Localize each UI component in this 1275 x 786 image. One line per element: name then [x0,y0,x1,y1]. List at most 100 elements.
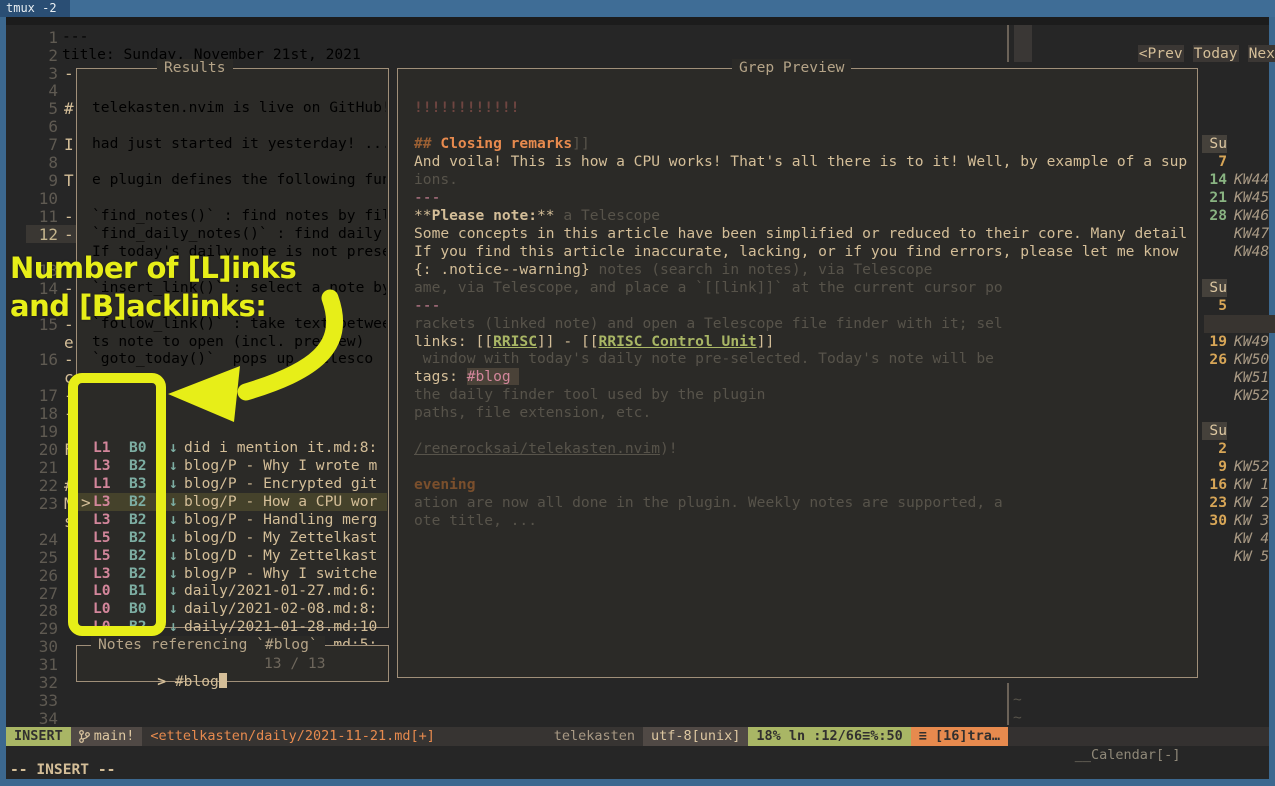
gutter-line-number: 30 [39,637,58,656]
preview-line: the daily finder tool used by the plugin [414,386,765,404]
preview-line: ions. [414,171,458,189]
down-arrow-icon: ↓ [169,457,178,475]
text-segment: ]] [572,135,590,152]
text-segment: --- [414,189,440,206]
down-arrow-icon: ↓ [169,511,178,529]
text-segment: !!!!!!!!!!!! [414,99,519,116]
buffer-dim-line: had just started it yesterday! ... [92,135,386,153]
preview-line: !!!!!!!!!!!! [414,99,519,117]
text-segment: #blog [467,368,520,385]
calendar-sunday-date[interactable]: 30 [1202,512,1227,530]
calendar-fold-column [1014,25,1032,62]
text-segment: ote title, ... [414,512,537,529]
result-text: did i mention it.md:8: [184,439,385,457]
preview-line: ame, via Telescope, and place a `[[link]… [414,279,1003,297]
result-text: daily/2021-01-27.md:6: [184,582,385,600]
preview-line: --- [414,297,440,315]
down-arrow-icon: ↓ [169,618,178,636]
text-segment: RRISC Control Unit [599,333,757,350]
text-segment: ions. [414,171,458,188]
prompt-title: Notes referencing `#blog` [91,636,325,654]
branch-name: main! [94,727,135,746]
result-text: daily/2021-01-28.md:10 [184,618,385,636]
buffer-dim-line: e plugin defines the following fun [92,171,386,189]
tmux-tab-label: tmux -2 [6,1,57,16]
result-text: blog/P - How a CPU wor [184,493,385,511]
terminal-top-shade [6,17,1269,25]
preview-line: ation are now all done in the plugin. We… [414,494,1003,512]
result-text: blog/P - Encrypted git [184,475,385,493]
gutter-row: 33 [26,691,82,709]
gutter-line-number: 32 [39,673,58,692]
git-branch-segment: main! [71,727,143,746]
calendar-week-number: KW 5 [1234,548,1269,566]
tmux-window: tmux -2 1 2 3 - [0,0,1275,786]
preview-line: evening [414,476,476,494]
gutter-row: 34 [26,709,82,727]
result-text: daily/2021-02-08.md:8: [184,600,385,618]
prompt-caret: > [157,673,175,690]
down-arrow-icon: ↓ [169,600,178,618]
mode-indicator: INSERT [6,727,71,746]
text-segment: the daily finder tool used by the plugin [414,386,765,403]
tilde: ~ [1013,709,1022,727]
buffer-dim-line: telekasten.nvim is live on GitHub! [92,99,386,117]
gutter-row: 32 [26,673,82,691]
prompt-panel: Notes referencing `#blog` > #blog 13 / 1… [76,645,389,682]
gutter-line-number: 31 [39,655,58,674]
buffer-line: --- [62,28,88,46]
text-segment: notes (search in notes), via Telescope [590,261,933,278]
window-separator [1007,25,1009,62]
text-segment: {: .notice--warning} [414,261,590,278]
prompt-input[interactable]: > #blog [87,655,227,673]
preview-line: --- [414,189,440,207]
file-path: <ettelkasten/daily/2021-11-21.md[+] [142,727,442,746]
calendar-week-number: KW49 [1234,333,1269,351]
text-segment: And voila! This is how a CPU works! That… [414,153,1187,170]
preview-line: Some concepts in this article have been … [414,225,1187,243]
statusline: INSERT main! <ettelkasten/daily/2021-11-… [6,727,1008,746]
prompt-query: #blog [175,673,219,690]
calendar-week-number: KW 4 [1234,530,1269,548]
text-segment: ]] [757,333,775,350]
text-segment: rackets (linked note) and open a Telesco… [414,315,1003,332]
down-arrow-icon: ↓ [169,565,178,583]
calendar-sunday-date[interactable]: 19 [1202,333,1227,351]
text-segment: --- [414,297,440,314]
preview-line: If you find this article inaccurate, lac… [414,243,1178,261]
branch-icon [79,730,90,743]
text-segment: paths, file extension, etc. [414,404,651,421]
down-arrow-icon: ↓ [169,493,178,511]
text-segment: ation are now all done in the plugin. We… [414,494,1003,511]
calendar-statusline: __Calendar[-] [1008,727,1269,746]
calendar-prev-button[interactable]: <Prev [1138,45,1184,62]
down-arrow-icon: ↓ [169,475,178,493]
buffer-dim-line: ts note to open (incl. preview) [92,333,386,351]
text-segment: If you find this article inaccurate, lac… [414,243,1178,260]
result-text: blog/D - My Zettelkast [184,529,385,547]
result-text: blog/D - My Zettelkast [184,547,385,565]
calendar-next-button[interactable]: Next> [1248,45,1275,62]
text-segment: tags: [414,368,467,385]
text-segment: ** [414,207,432,224]
text-segment: window with today's daily note pre-selec… [414,350,994,367]
calendar-today-button[interactable]: Today [1193,45,1239,62]
preview-line: window with today's daily note pre-selec… [414,350,994,368]
grep-preview-title: Grep Preview [732,59,851,77]
calendar-sunday-date[interactable]: 21 [1202,189,1227,207]
preview-line: And voila! This is how a CPU works! That… [414,153,1187,171]
result-text: blog/P - Why I switche [184,565,385,583]
calendar-week-number: KW 3 [1234,512,1269,530]
annotation-line1: Number of [L]inks [10,249,296,287]
preview-line: {: .notice--warning} notes (search in no… [414,261,932,279]
command-line-mode: -- INSERT -- [10,761,115,779]
text-segment: /renerocksai/telekasten.nvim [414,440,660,457]
calendar-sunday-date[interactable]: 23 [1202,494,1227,512]
text-segment: ame, via Telescope, and place a `[[link]… [414,279,1003,296]
preview-line: **Please note:** a Telescope [414,207,660,225]
down-arrow-icon: ↓ [169,582,178,600]
terminal: 1 2 3 - 4 5 [6,17,1269,779]
text-segment: a Telescope [555,207,660,224]
preview-line: paths, file extension, etc. [414,404,651,422]
statusline-spacer [443,727,546,746]
